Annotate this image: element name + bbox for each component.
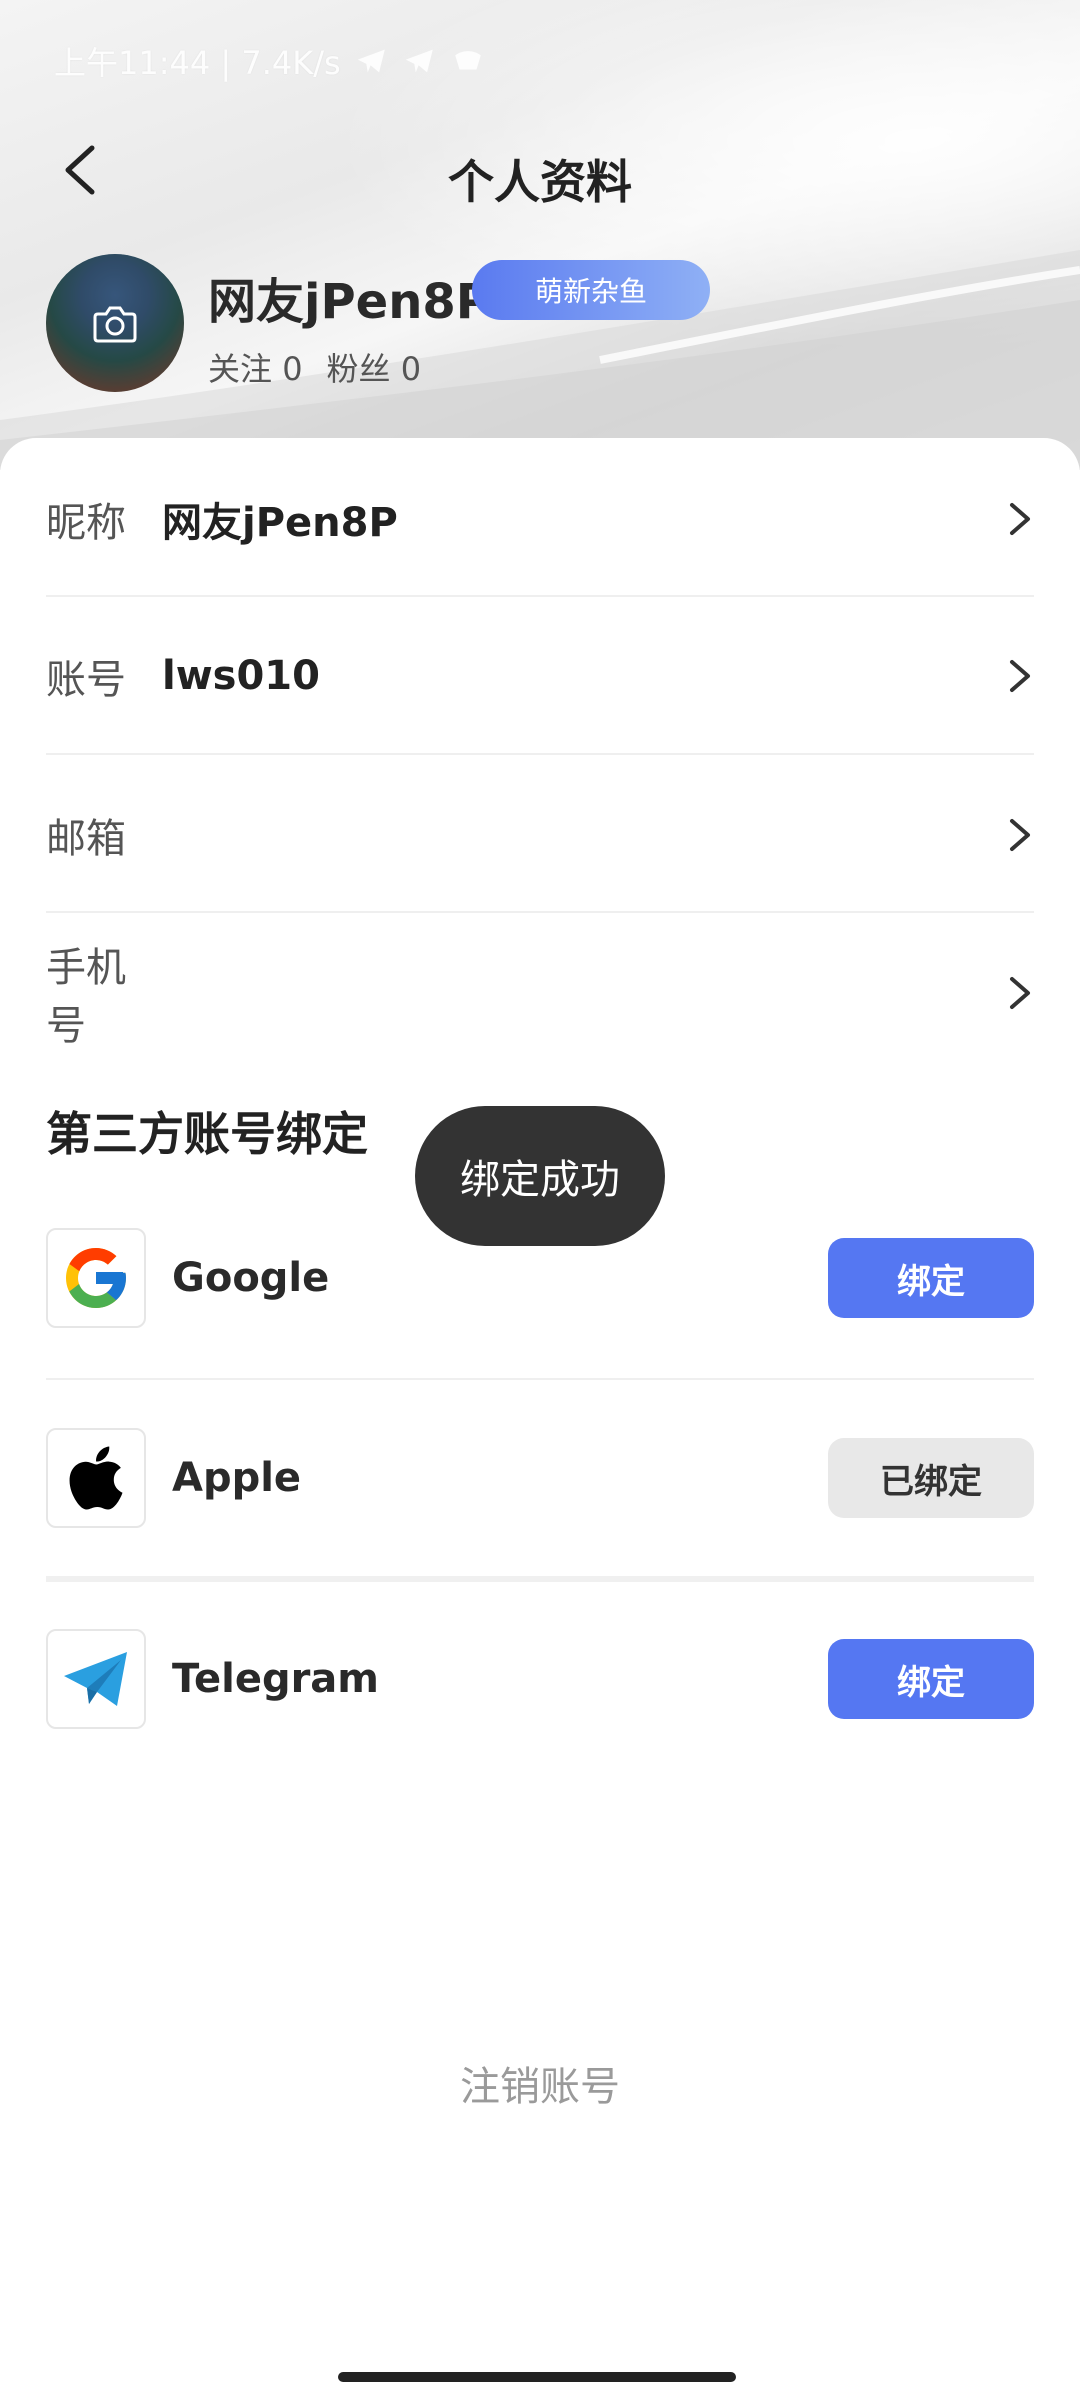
google-bind-button[interactable]: 绑定	[828, 1238, 1034, 1318]
phone-row[interactable]: 手机号	[46, 914, 1034, 1072]
nickname-row[interactable]: 昵称 网友jPen8P	[46, 440, 1034, 598]
fans-count: 0	[400, 350, 422, 388]
camera-icon	[93, 306, 137, 343]
fans-stat[interactable]: 粉丝 0	[327, 344, 422, 390]
nickname-label: 昵称	[46, 500, 126, 546]
divider	[46, 1576, 1034, 1582]
following-stat[interactable]: 关注 0	[208, 344, 303, 390]
user-name: 网友jPen8P	[208, 274, 491, 330]
telegram-notification-icon	[405, 49, 433, 73]
following-count: 0	[282, 350, 303, 388]
fans-label: 粉丝	[326, 350, 391, 388]
third-party-section-title: 第三方账号绑定	[46, 1107, 368, 1161]
delete-account-link[interactable]: 注销账号	[0, 2054, 1080, 2112]
home-indicator[interactable]	[338, 2372, 736, 2382]
apple-icon	[46, 1428, 146, 1528]
telegram-icon	[46, 1629, 146, 1729]
google-icon	[46, 1228, 146, 1328]
chevron-right-icon	[1010, 819, 1030, 851]
telegram-label: Telegram	[172, 1656, 379, 1702]
success-toast: 绑定成功	[415, 1106, 665, 1246]
account-label: 账号	[46, 657, 126, 703]
apple-label: Apple	[172, 1455, 302, 1501]
avatar[interactable]	[46, 254, 184, 392]
level-badge: 萌新杂鱼	[472, 260, 710, 320]
divider	[46, 911, 1034, 913]
divider	[46, 753, 1034, 755]
status-bar: 上午11:44 | 7.4K/s	[54, 38, 485, 84]
google-label: Google	[172, 1255, 330, 1301]
chevron-right-icon	[1010, 503, 1030, 535]
apple-bound-button[interactable]: 已绑定	[828, 1438, 1034, 1518]
following-label: 关注	[208, 350, 273, 388]
email-row[interactable]: 邮箱	[46, 756, 1034, 914]
follow-stats: 关注 0 粉丝 0	[208, 344, 421, 390]
nickname-value: 网友jPen8P	[162, 500, 398, 546]
phone-label: 手机号	[46, 945, 126, 1049]
chevron-right-icon	[1010, 977, 1030, 1009]
email-label: 邮箱	[46, 816, 126, 862]
apple-bind-row: Apple 已绑定	[46, 1426, 1034, 1530]
app-notification-icon	[454, 51, 481, 70]
telegram-notification-icon	[357, 49, 385, 73]
telegram-bind-row: Telegram 绑定	[46, 1627, 1034, 1731]
account-value: lws010	[162, 653, 320, 699]
status-time: 上午11:44 | 7.4K/s	[54, 44, 341, 82]
chevron-right-icon	[1010, 660, 1030, 692]
page-title: 个人资料	[448, 155, 632, 209]
telegram-bind-button[interactable]: 绑定	[828, 1639, 1034, 1719]
account-row[interactable]: 账号 lws010	[46, 597, 1034, 755]
divider	[46, 1378, 1034, 1380]
